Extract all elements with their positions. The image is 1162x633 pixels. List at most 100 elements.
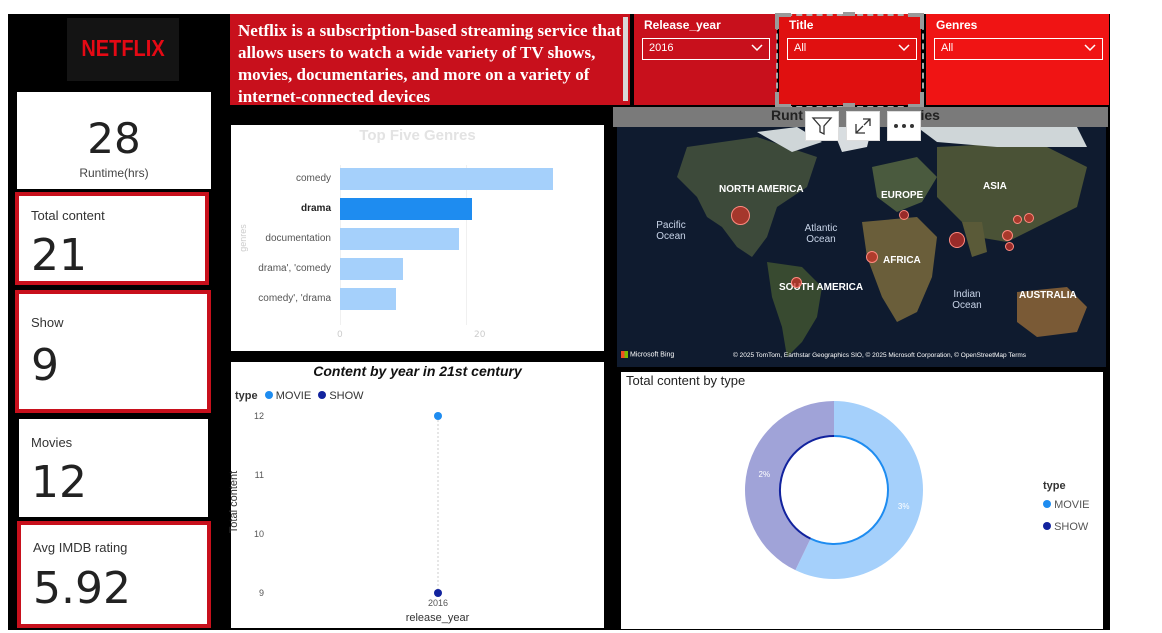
focus-mode-button[interactable] [846,111,880,141]
x-tick: 20 [474,330,486,340]
bing-attribution-text: Microsoft Bing [629,351,675,359]
map-label-asia: ASIA [983,181,1007,192]
bar[interactable] [340,258,403,280]
map-bubble[interactable] [731,206,750,225]
content-by-type-chart[interactable]: Total content by type 3% 2% type MOVIE SH… [621,372,1103,629]
chart-title: Top Five Genres [359,127,476,144]
bar[interactable] [340,288,397,310]
x-tick: 2016 [428,598,448,608]
map-title-left: Runt [771,107,803,123]
legend-item-movie: MOVIE [1043,499,1090,511]
description-scrollbar[interactable] [623,17,628,101]
map-bubble[interactable] [1024,213,1034,223]
map-landmass [617,127,1106,367]
runtime-value: 28 [87,114,141,163]
title-dropdown[interactable]: All [787,38,917,60]
resize-handle[interactable] [775,13,791,29]
genres-dropdown[interactable]: All [934,38,1103,60]
donut-area: 3% 2% [745,401,923,579]
slice-label: 3% [898,502,910,511]
slicer-title-title: Title [789,18,814,32]
legend-marker [1043,522,1051,530]
category-label: documentation [265,233,331,244]
resize-handle[interactable] [908,92,924,108]
microsoft-logo-icon [621,351,628,358]
bar[interactable] [340,168,554,190]
filter-button[interactable] [805,111,839,141]
map-label-australia: AUSTRALIA [1019,290,1077,301]
category-label: drama [300,203,331,214]
data-point-movie[interactable] [434,412,442,420]
data-point-show[interactable] [434,589,442,597]
map-bubble[interactable] [1013,215,1022,224]
total-content-card[interactable]: Total content 21 [15,192,209,285]
category-label: drama', 'comedy [258,263,331,274]
slicer-genres-title: Genres [936,18,978,32]
avg-imdb-label: Avg IMDB rating [33,540,128,555]
legend-item-show: SHOW [1043,521,1088,533]
y-tick: 11 [255,470,264,480]
map-bubble[interactable] [899,210,909,220]
world-map[interactable]: NORTH AMERICA EUROPE ASIA AFRICA SOUTH A… [617,127,1106,367]
y-tick: 9 [259,588,264,598]
movies-value: 12 [31,457,87,508]
slicer-genres: Genres All [926,14,1109,105]
more-options-icon [894,124,914,128]
map-label-north-america: NORTH AMERICA [719,184,804,195]
focus-mode-icon [855,118,871,134]
map-bubble[interactable] [1002,230,1013,241]
more-options-button[interactable] [887,111,921,141]
top-genres-chart[interactable]: Top Five Genres genres comedy drama docume… [231,125,604,351]
release-year-dropdown[interactable]: 2016 [642,38,770,60]
slicer-release-year-title: Release_year [644,18,721,32]
legend-title: type [1043,480,1066,492]
scatter-plot-area: 9 10 11 12 2016 [254,411,448,608]
filter-icon [811,117,833,136]
chevron-down-icon [898,41,910,56]
chevron-down-icon [1084,41,1096,56]
map-label-pacific: Pacific Ocean [656,220,686,242]
map-label-africa: AFRICA [883,255,921,266]
show-value: 9 [31,340,59,391]
y-tick: 12 [254,411,264,421]
movies-card[interactable]: Movies 12 [19,419,208,517]
x-tick: 0 [337,330,343,340]
map-bubble[interactable] [949,232,965,248]
avg-imdb-card[interactable]: Avg IMDB rating 5.92 [17,521,211,628]
description-textbox: Netflix is a subscription-based streamin… [230,14,630,106]
bar[interactable] [340,198,472,220]
show-label: Show [31,315,64,330]
resize-handle[interactable] [843,12,855,16]
title-value: All [794,42,807,54]
y-tick: 10 [254,529,264,539]
runtime-label: Runtime(hrs) [79,166,149,180]
content-by-year-chart[interactable]: Content by year in 21st century type MOV… [228,362,604,628]
legend-label: MOVIE [1054,499,1090,511]
category-label: comedy [295,173,331,184]
bing-attribution: Microsoft Bing [621,351,674,358]
show-card[interactable]: Show 9 [15,290,211,413]
legend-label: SHOW [1054,521,1089,533]
resize-handle[interactable] [775,92,791,108]
map-label-indian: Indian Ocean [952,289,982,311]
map-bubble[interactable] [1005,242,1014,251]
bar[interactable] [340,228,460,250]
runtime-card[interactable]: 28 Runtime(hrs) [17,92,211,189]
slicer-release-year: Release_year 2016 [634,14,777,105]
map-bubble[interactable] [791,277,802,288]
slicer-title: Title All [779,14,921,105]
map-bubble[interactable] [866,251,878,263]
release-year-value: 2016 [649,42,674,54]
resize-handle[interactable] [908,13,924,29]
map-label-europe: EUROPE [881,190,924,201]
logo-text: NETFLIX [81,36,165,62]
map-label-atlantic: Atlantic Ocean [804,223,838,245]
total-content-label: Total content [31,208,105,223]
chevron-down-icon [751,41,763,56]
category-label: comedy', 'drama [258,293,331,304]
movies-label: Movies [31,435,73,450]
netflix-logo: NETFLIX [67,18,179,81]
slice-label: 2% [759,470,771,479]
legend-marker [1043,500,1051,508]
avg-imdb-value: 5.92 [33,563,131,614]
